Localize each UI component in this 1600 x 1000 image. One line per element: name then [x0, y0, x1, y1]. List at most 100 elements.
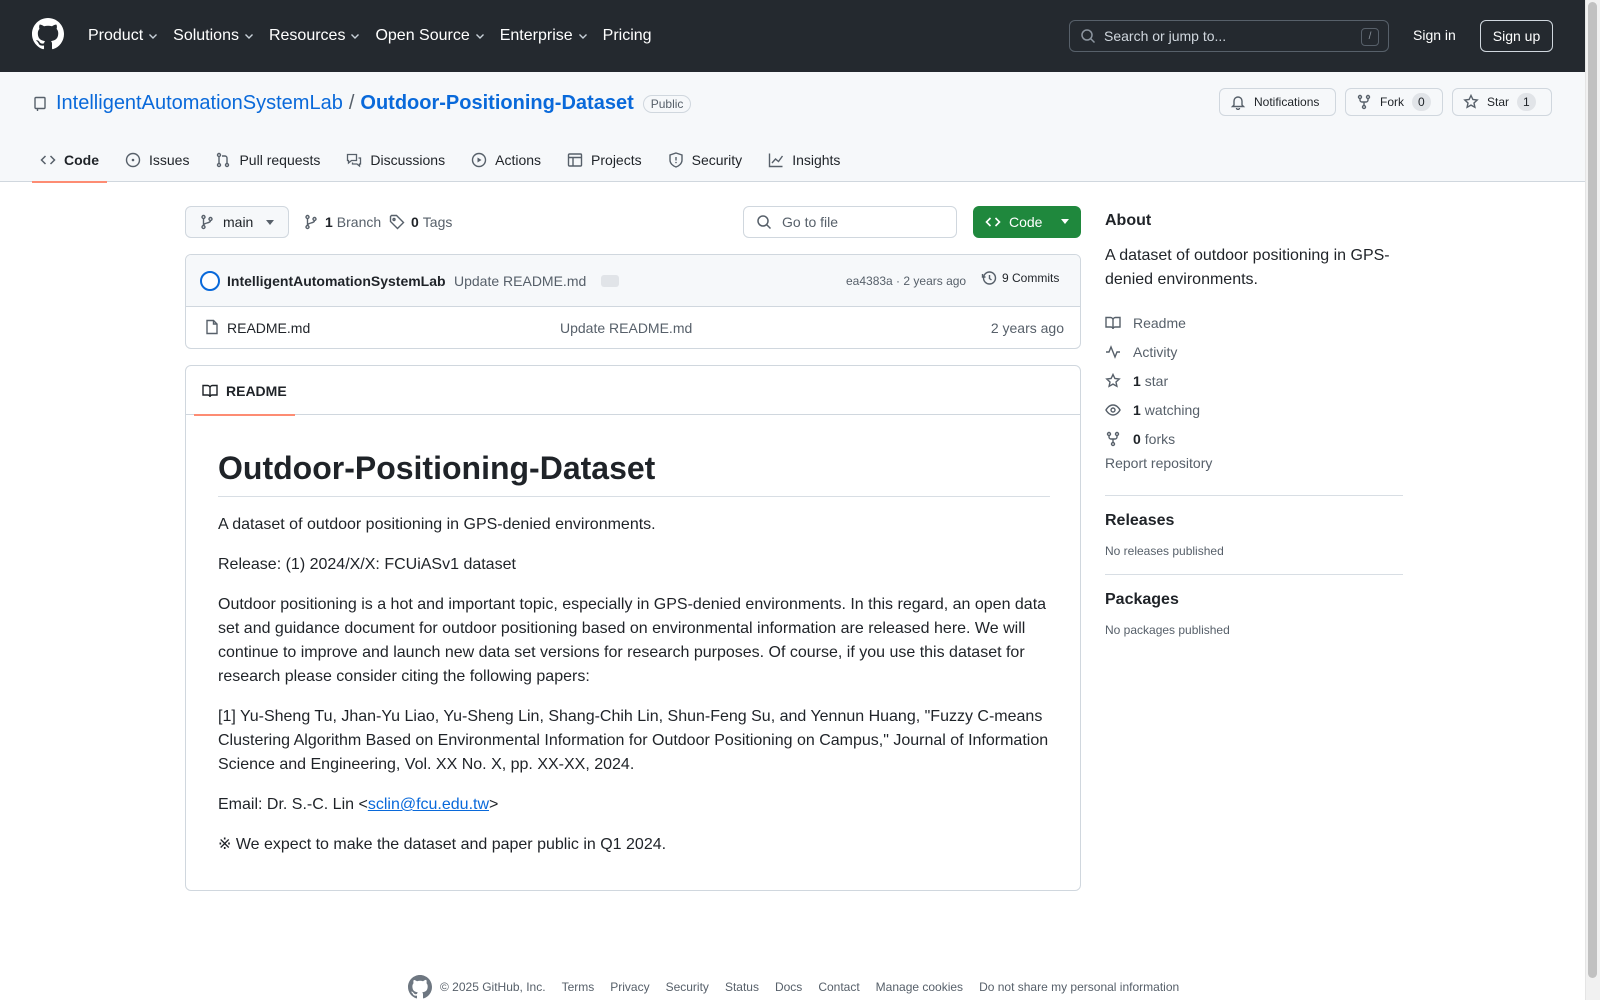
book-icon — [202, 384, 218, 397]
notifications-button[interactable]: Notifications — [1219, 88, 1336, 116]
tab-insights[interactable]: Insights — [760, 138, 848, 182]
report-repository-link[interactable]: Report repository — [1105, 455, 1403, 479]
history-icon — [981, 271, 997, 285]
star-button[interactable]: Star 1 — [1452, 88, 1552, 116]
code-icon — [40, 155, 56, 165]
tab-label: Discussions — [370, 152, 446, 168]
readme-paragraph: A dataset of outdoor positioning in GPS-… — [218, 516, 656, 533]
file-name[interactable]: README.md — [227, 320, 310, 336]
tags-link[interactable]: 0 Tags — [389, 214, 452, 230]
releases-empty-text: No releases published — [1105, 544, 1224, 558]
tab-label: Insights — [792, 152, 841, 168]
nav-item-pricing[interactable]: Pricing — [603, 24, 652, 48]
forks-count: 0 — [1133, 430, 1141, 447]
tab-projects[interactable]: Projects — [559, 138, 650, 182]
packages-heading[interactable]: Packages — [1105, 591, 1403, 609]
go-to-file-placeholder: Go to file — [782, 214, 839, 230]
branches-link[interactable]: 1 Branch — [303, 214, 381, 230]
latest-commit-bar: IntelligentAutomationSystemLab Update RE… — [186, 255, 1080, 307]
search-icon — [1081, 29, 1096, 44]
footer-link-terms[interactable]: Terms — [562, 980, 595, 994]
readme-title: Outdoor-Positioning-Dataset — [218, 448, 1050, 497]
email-link[interactable]: sclin@fcu.edu.tw — [368, 796, 489, 813]
repo-name-link[interactable]: Outdoor-Positioning-Dataset — [360, 92, 633, 115]
tab-label: Security — [691, 152, 743, 168]
stars-link[interactable]: 1 star — [1105, 366, 1403, 395]
footer-link-docs[interactable]: Docs — [775, 980, 802, 994]
readme-header: README — [186, 366, 1080, 416]
sign-in-link[interactable]: Sign in — [1413, 27, 1456, 43]
nav-item-open-source[interactable]: Open Source — [375, 24, 485, 48]
scrollbar-thumb[interactable] — [1588, 2, 1597, 978]
watching-label: watching — [1144, 401, 1201, 418]
repo-tabs: Code Issues Pull requests Discussions Action… — [32, 138, 858, 183]
tag-label: Tags — [422, 214, 453, 230]
repo-icon — [34, 96, 46, 111]
commit-author[interactable]: IntelligentAutomationSystemLab — [227, 273, 446, 289]
file-row[interactable]: README.md Update README.md 2 years ago — [186, 307, 1080, 348]
footer-link-privacy[interactable]: Privacy — [610, 980, 649, 994]
tab-code[interactable]: Code — [32, 138, 107, 183]
commit-hash-age[interactable]: ea4383a · 2 years ago — [846, 274, 966, 288]
caret-down-icon — [1061, 219, 1069, 224]
code-dropdown-button[interactable]: Code — [973, 206, 1081, 238]
github-logo-icon[interactable] — [32, 18, 64, 50]
fork-button[interactable]: Fork 0 — [1345, 88, 1443, 116]
tab-pull-requests[interactable]: Pull requests — [207, 138, 328, 182]
commit-message[interactable]: Update README.md — [454, 273, 586, 289]
footer-link-contact[interactable]: Contact — [818, 980, 859, 994]
about-sidebar: About A dataset of outdoor positioning i… — [1105, 212, 1403, 637]
nav-item-solutions[interactable]: Solutions — [173, 24, 255, 48]
forks-label: forks — [1144, 430, 1176, 447]
nav-item-product[interactable]: Product — [88, 24, 159, 48]
repo-owner-link[interactable]: IntelligentAutomationSystemLab — [56, 92, 343, 115]
notifications-label: Notifications — [1254, 95, 1320, 109]
divider — [1105, 495, 1403, 496]
code-button-label: Code — [1009, 214, 1043, 230]
readme-email-line: Email: Dr. S.-C. Lin <sclin@fcu.edu.tw> — [218, 793, 1050, 817]
nav-item-label: Solutions — [173, 27, 239, 44]
readme-link-label: Readme — [1133, 314, 1186, 331]
page-scrollbar[interactable] — [1585, 0, 1600, 1000]
footer-link-status[interactable]: Status — [725, 980, 759, 994]
github-mark-icon[interactable] — [408, 975, 432, 999]
footer-link-security[interactable]: Security — [666, 980, 709, 994]
go-to-file-input[interactable]: Go to file — [743, 206, 957, 238]
watchers-link[interactable]: 1 watching — [1105, 395, 1403, 424]
nav-item-resources[interactable]: Resources — [269, 24, 361, 48]
activity-link[interactable]: Activity — [1105, 337, 1403, 366]
tab-issues[interactable]: Issues — [117, 138, 197, 182]
email-prefix: Email: Dr. S.-C. Lin < — [218, 796, 368, 813]
readme-paragraph: Release: (1) 2024/X/X: FCUiASv1 dataset — [218, 556, 516, 573]
branch-selector[interactable]: main — [185, 206, 289, 238]
about-description: A dataset of outdoor positioning in GPS-… — [1105, 247, 1390, 288]
issue-icon — [125, 152, 141, 168]
search-input[interactable]: Search or jump to... / — [1069, 20, 1389, 52]
code-icon — [985, 217, 1001, 227]
tab-label: Pull requests — [239, 152, 321, 168]
readme-link[interactable]: Readme — [1105, 308, 1403, 337]
footer-link-manage-cookies[interactable]: Manage cookies — [876, 980, 963, 994]
discussion-icon — [347, 153, 362, 168]
readme-tab[interactable]: README — [194, 366, 295, 416]
graph-icon — [768, 153, 784, 168]
tab-security[interactable]: Security — [660, 138, 751, 182]
tab-discussions[interactable]: Discussions — [338, 138, 453, 182]
star-icon — [1463, 94, 1479, 109]
file-date: 2 years ago — [990, 320, 1064, 336]
avatar[interactable] — [200, 271, 220, 291]
repo-header: IntelligentAutomationSystemLab / Outdoor… — [0, 72, 1585, 183]
footer-link-do-not-share-my-personal-information[interactable]: Do not share my personal information — [979, 980, 1179, 994]
forks-link[interactable]: 0 forks — [1105, 424, 1403, 453]
ellipsis-icon[interactable] — [601, 275, 619, 287]
footer: © 2025 GitHub, Inc. Terms Privacy Security… — [408, 975, 1195, 999]
tab-actions[interactable]: Actions — [463, 138, 549, 182]
releases-heading[interactable]: Releases — [1105, 512, 1403, 530]
nav-item-enterprise[interactable]: Enterprise — [500, 24, 589, 48]
chevron-down-icon — [351, 34, 360, 39]
file-commit-message[interactable]: Update README.md — [560, 320, 692, 336]
commits-link[interactable]: 9 Commits — [981, 270, 1059, 286]
nav-item-label: Product — [88, 27, 144, 44]
file-icon — [206, 319, 218, 335]
sign-up-button[interactable]: Sign up — [1480, 20, 1553, 52]
